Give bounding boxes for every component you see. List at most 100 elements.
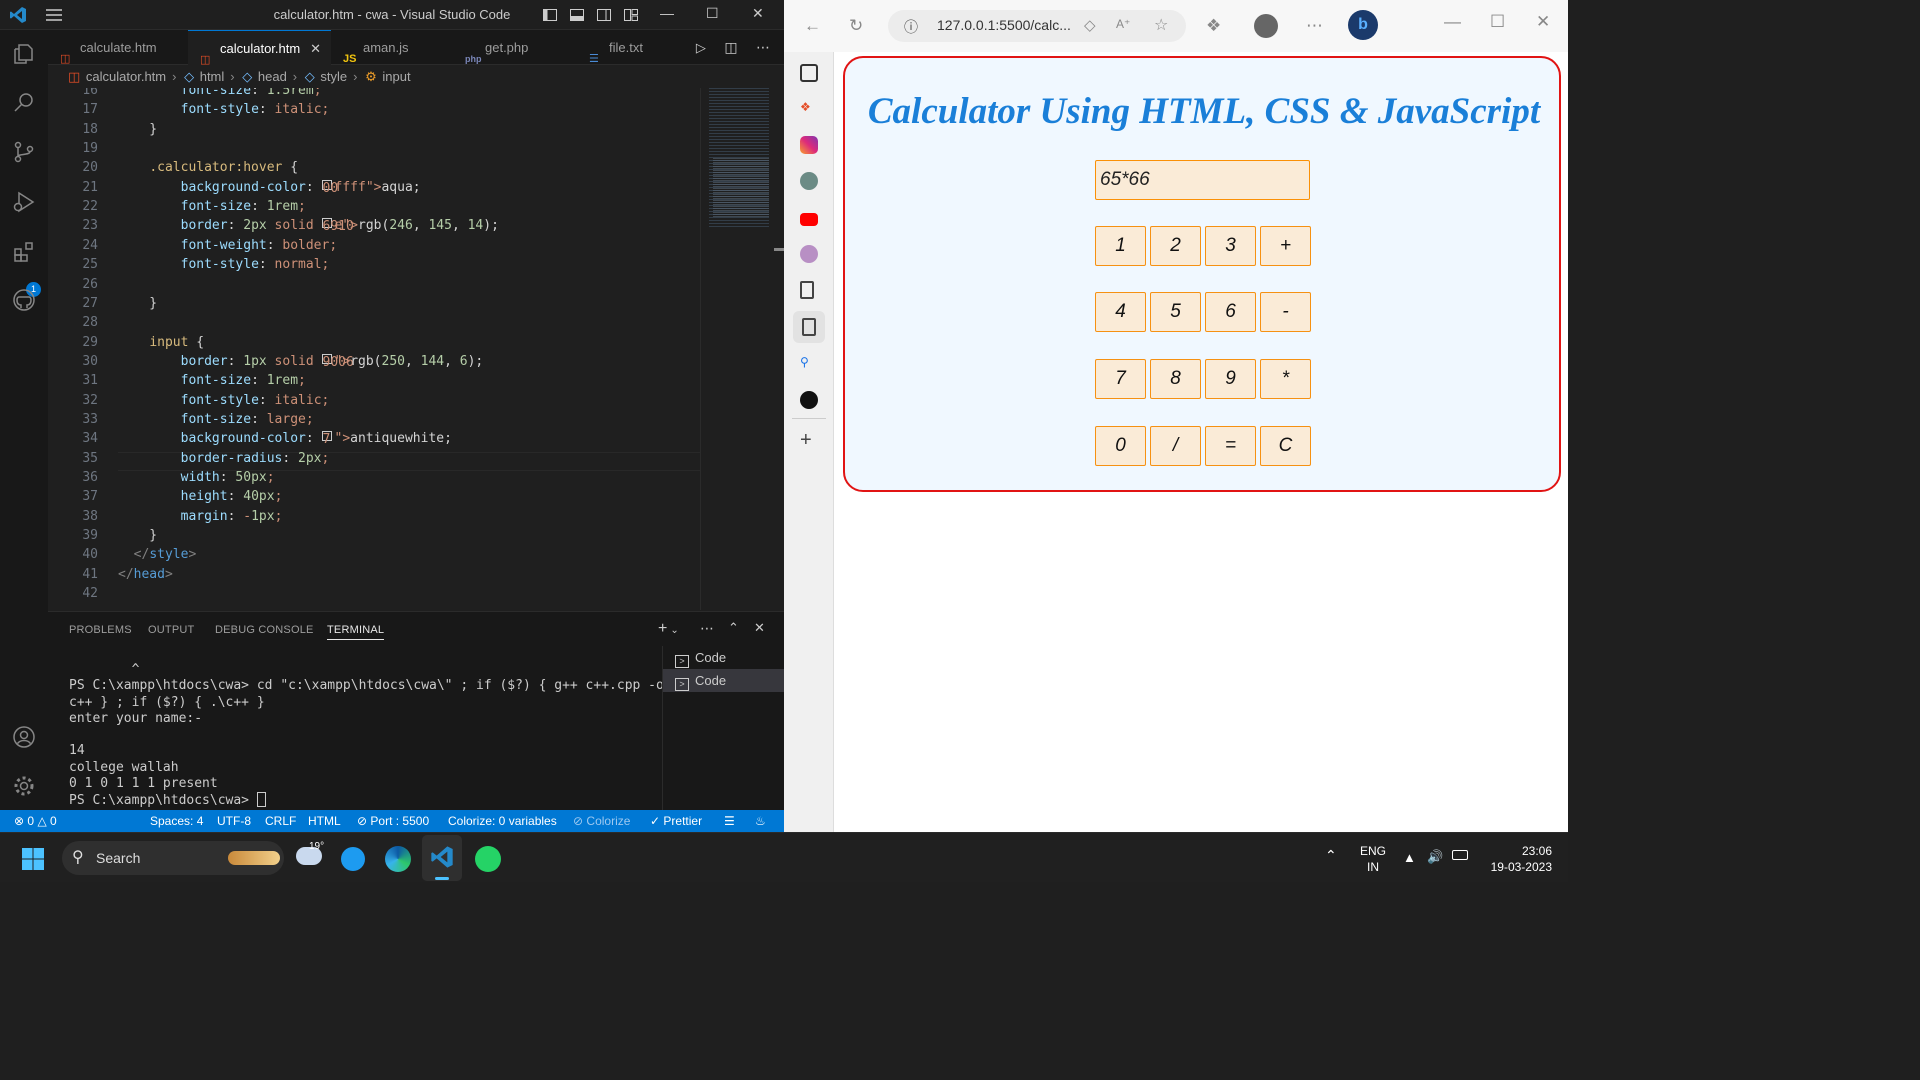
- calculator-key[interactable]: 0: [1095, 426, 1146, 466]
- code-line[interactable]: border: 1px solid 9006">rgb(250, 144, 6)…: [118, 353, 483, 370]
- calculator-key[interactable]: /: [1150, 426, 1201, 466]
- code-line[interactable]: font-weight: bolder;: [118, 238, 338, 253]
- vscode-taskbar-item[interactable]: [422, 835, 462, 881]
- calculator-key[interactable]: =: [1205, 426, 1256, 466]
- show-hidden-icons-chevron-icon[interactable]: ⌃: [1325, 847, 1337, 863]
- code-line[interactable]: margin: -1px;: [118, 509, 283, 524]
- code-line[interactable]: background-color: 00ffff">aqua;: [118, 179, 421, 196]
- breadcrumb-item[interactable]: style: [320, 69, 347, 84]
- minimize-icon[interactable]: —: [660, 5, 674, 21]
- battery-icon[interactable]: [1452, 850, 1468, 860]
- toggle-sidebar-icon[interactable]: [542, 7, 558, 23]
- wifi-icon[interactable]: ▲: [1403, 850, 1416, 866]
- eol-status[interactable]: CRLF: [265, 810, 296, 832]
- code-line[interactable]: border: 2px solid 6910e">rgb(246, 145, 1…: [118, 218, 499, 234]
- tab-get-php[interactable]: php get.php: [453, 30, 577, 65]
- code-line[interactable]: height: 40px;: [118, 489, 283, 504]
- code-line[interactable]: font-size: 1rem;: [118, 373, 306, 388]
- close-tab-icon[interactable]: ✕: [310, 31, 321, 67]
- tab-calculator-htm[interactable]: ◫ calculator.htm ✕: [188, 30, 331, 67]
- code-line[interactable]: border-radius: 2px;: [118, 451, 330, 466]
- git-icon[interactable]: ❖: [800, 100, 818, 118]
- calculator-key[interactable]: 9: [1205, 359, 1256, 399]
- calculator-key[interactable]: 4: [1095, 292, 1146, 332]
- profile-app-icon[interactable]: [800, 245, 818, 263]
- color-swatch[interactable]: 6910: [321, 218, 354, 234]
- problems-status[interactable]: ⊗ 0 △ 0: [14, 810, 57, 832]
- breadcrumb-item[interactable]: html: [200, 69, 225, 84]
- new-terminal-icon[interactable]: + ⌄: [658, 620, 679, 638]
- live-server-status[interactable]: ⊘ Port : 5500: [357, 810, 429, 832]
- code-line[interactable]: }: [118, 122, 157, 137]
- maximize-icon[interactable]: ☐: [1490, 12, 1505, 32]
- code-line[interactable]: </head>: [118, 567, 173, 582]
- close-panel-icon[interactable]: ✕: [754, 620, 765, 636]
- calculator-key[interactable]: 6: [1205, 292, 1256, 332]
- terminal-instance[interactable]: > Code: [663, 669, 784, 692]
- back-arrow-icon[interactable]: ←: [804, 16, 821, 36]
- code-line[interactable]: input {: [118, 335, 204, 350]
- address-bar[interactable]: ⓘ 127.0.0.1:5500/calc... ◇ A⁺ ☆: [888, 10, 1186, 42]
- code-line[interactable]: }: [118, 528, 157, 543]
- settings-gear-icon[interactable]: [12, 774, 36, 798]
- windows-start-icon[interactable]: [21, 847, 45, 871]
- calculator-key[interactable]: 1: [1095, 226, 1146, 266]
- whatsapp-icon[interactable]: [475, 846, 501, 872]
- tab-file-txt[interactable]: ☰ file.txt: [577, 30, 682, 65]
- read-aloud-icon[interactable]: A⁺: [1116, 17, 1130, 31]
- code-line[interactable]: font-size: 1.5rem;: [118, 88, 322, 98]
- minimize-icon[interactable]: —: [1444, 12, 1461, 32]
- search-icon[interactable]: [12, 90, 36, 114]
- calculator-display-input[interactable]: 65*66: [1095, 160, 1310, 200]
- prettier-status[interactable]: ✓ Prettier: [650, 810, 702, 832]
- calculator-key[interactable]: 3: [1205, 226, 1256, 266]
- info-icon[interactable]: ⓘ: [904, 17, 918, 37]
- code-line[interactable]: font-size: large;: [118, 412, 314, 427]
- tab-aman-js[interactable]: JS aman.js: [331, 30, 453, 65]
- colorize-variables-status[interactable]: Colorize: 0 variables: [448, 810, 557, 832]
- maximize-panel-icon[interactable]: ⌃: [728, 620, 739, 636]
- chatgpt-icon[interactable]: [800, 172, 818, 190]
- language-status[interactable]: HTML: [308, 810, 341, 832]
- code-line[interactable]: font-style: italic;: [118, 393, 330, 408]
- favorites-star-icon[interactable]: ☆: [1154, 15, 1168, 35]
- color-swatch[interactable]: 7: [321, 431, 332, 447]
- breadcrumb-item[interactable]: head: [258, 69, 287, 84]
- code-line[interactable]: font-style: normal;: [118, 257, 330, 272]
- calculator-key[interactable]: 7: [1095, 359, 1146, 399]
- indentation-status[interactable]: Spaces: 4: [150, 810, 203, 832]
- taskbar-search[interactable]: ⚲ Search: [62, 841, 284, 875]
- minimap[interactable]: [700, 88, 770, 610]
- tab-problems[interactable]: PROBLEMS: [69, 624, 132, 636]
- code-line[interactable]: </style>: [118, 547, 197, 562]
- accounts-icon[interactable]: [12, 725, 36, 749]
- split-editor-icon[interactable]: ◫: [724, 39, 737, 55]
- volume-icon[interactable]: 🔊: [1427, 849, 1443, 865]
- code-line[interactable]: font-size: 1rem;: [118, 199, 306, 214]
- editor-scrollbar[interactable]: [772, 88, 784, 610]
- run-debug-icon[interactable]: [12, 190, 36, 214]
- bing-chat-icon[interactable]: b: [1348, 10, 1378, 40]
- explorer-icon[interactable]: [12, 42, 36, 66]
- customize-layout-icon[interactable]: [623, 7, 639, 23]
- close-icon[interactable]: ✕: [1536, 12, 1550, 32]
- color-swatch[interactable]: 9006: [321, 353, 354, 370]
- code-line[interactable]: width: 50px;: [118, 470, 275, 485]
- toggle-panel-icon[interactable]: [569, 7, 585, 23]
- code-line[interactable]: font-style: italic;: [118, 102, 330, 117]
- maximize-icon[interactable]: ☐: [706, 5, 719, 22]
- edge-browser-icon[interactable]: [385, 846, 411, 872]
- extensions-icon[interactable]: [12, 240, 36, 264]
- profile-avatar[interactable]: [1254, 14, 1278, 38]
- more-actions-icon[interactable]: ⋯: [756, 39, 770, 55]
- active-sidebar-item[interactable]: [793, 311, 825, 343]
- tab-actions-icon[interactable]: [800, 64, 818, 82]
- code-line[interactable]: .calculator:hover {: [118, 160, 298, 175]
- breadcrumb-item[interactable]: calculator.htm: [86, 69, 166, 84]
- calculator-key[interactable]: +: [1260, 226, 1311, 266]
- twitter-icon[interactable]: [341, 847, 365, 871]
- calculator-key[interactable]: 2: [1150, 226, 1201, 266]
- run-icon[interactable]: ▷: [696, 40, 706, 55]
- clock[interactable]: 23:06 19-03-2023: [1480, 843, 1552, 875]
- youtube-icon[interactable]: [800, 213, 818, 226]
